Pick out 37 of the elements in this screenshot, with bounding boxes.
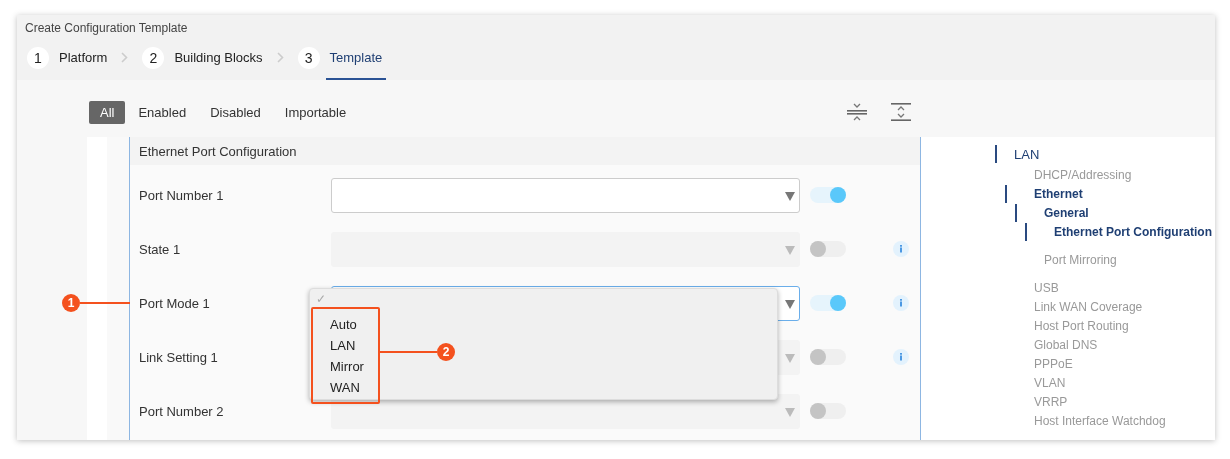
nav-item[interactable]: Ethernet bbox=[921, 184, 1215, 203]
filter-button[interactable]: Importable bbox=[273, 101, 358, 124]
window-title: Create Configuration Template bbox=[24, 20, 189, 35]
step-number: 2 bbox=[142, 46, 165, 69]
filter-button[interactable]: All bbox=[89, 101, 126, 124]
check-mark: ✓ bbox=[316, 292, 326, 306]
step-tab[interactable]: Platform bbox=[55, 35, 112, 80]
step-number: 3 bbox=[297, 46, 320, 69]
collapse-all-icon[interactable] bbox=[846, 101, 868, 123]
leader-line bbox=[80, 302, 130, 304]
toggle-switch[interactable] bbox=[810, 187, 846, 203]
dropdown-option[interactable]: LAN bbox=[330, 335, 378, 356]
step-number: 1 bbox=[27, 46, 49, 69]
panel-title: Ethernet Port Configuration bbox=[130, 137, 920, 165]
chevron-icon bbox=[276, 52, 284, 63]
step-tab[interactable]: Template bbox=[325, 35, 387, 80]
callout-badge: 1 bbox=[62, 294, 80, 312]
filter-button[interactable]: Enabled bbox=[127, 101, 198, 124]
field-label: State 1 bbox=[139, 241, 181, 257]
nav-item[interactable]: Ethernet Port Configuration bbox=[921, 222, 1215, 241]
filter-button[interactable]: Disabled bbox=[199, 101, 272, 124]
select-field[interactable] bbox=[331, 177, 800, 213]
field-label: Port Number 1 bbox=[139, 187, 224, 203]
dropdown-option[interactable]: WAN bbox=[330, 377, 378, 398]
dropdown-option[interactable]: Auto bbox=[330, 314, 378, 335]
expand-all-icon[interactable] bbox=[890, 101, 912, 123]
callout-badge: 2 bbox=[437, 343, 455, 361]
field-label: Link Setting 1 bbox=[139, 349, 218, 365]
field-label: Port Mode 1 bbox=[139, 295, 210, 311]
nav-item[interactable]: General bbox=[921, 203, 1215, 222]
info-icon[interactable] bbox=[893, 295, 909, 311]
chevron-icon bbox=[121, 52, 129, 63]
field-label: Port Number 2 bbox=[139, 403, 224, 419]
nav-item[interactable]: LAN bbox=[921, 143, 1215, 165]
step-tab[interactable]: Building Blocks bbox=[170, 35, 267, 80]
toggle-switch[interactable] bbox=[810, 295, 846, 311]
dropdown-option[interactable]: Mirror bbox=[330, 356, 378, 377]
